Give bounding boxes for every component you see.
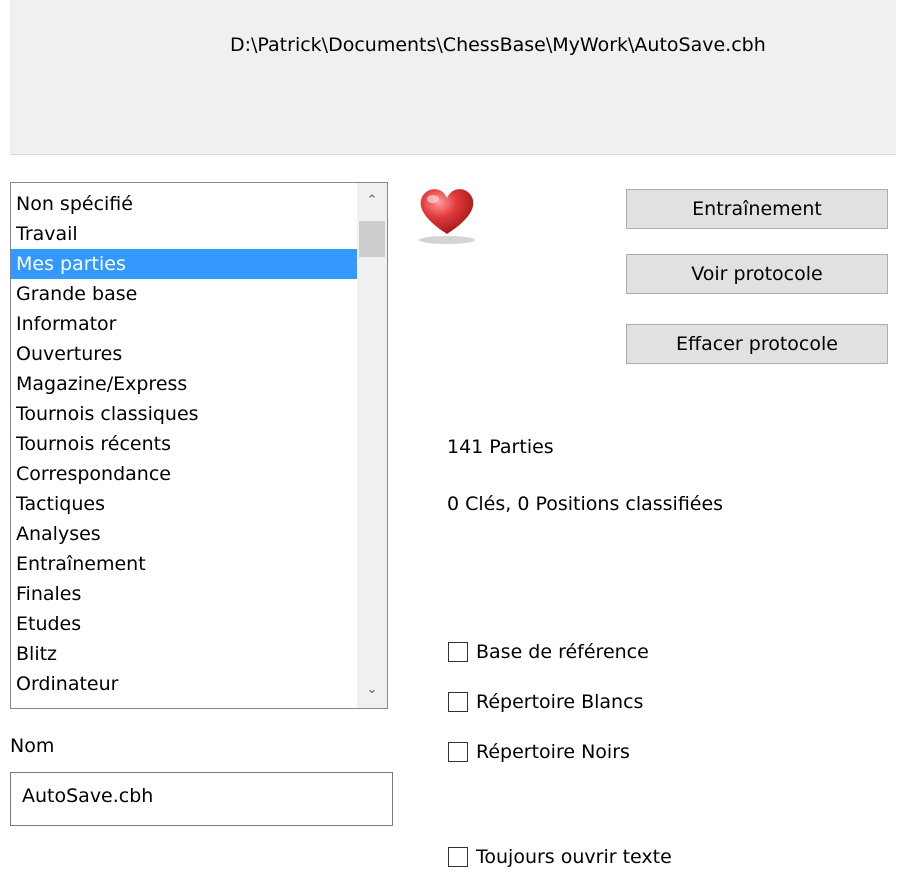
list-item[interactable]: Ouvertures	[11, 339, 359, 369]
checkbox-box[interactable]	[448, 847, 468, 867]
checkbox-box[interactable]	[448, 642, 468, 662]
clear-log-button[interactable]: Effacer protocole	[626, 324, 888, 364]
list-scrollbar[interactable]: ⌃ ⌄	[357, 183, 387, 708]
black-repertoire-label: Répertoire Noirs	[476, 741, 630, 763]
always-open-text-checkbox[interactable]: Toujours ouvrir texte	[448, 845, 672, 869]
black-repertoire-checkbox[interactable]: Répertoire Noirs	[448, 740, 630, 764]
list-items: Non spécifié Travail Mes parties Grande bas…	[11, 189, 359, 699]
list-item[interactable]: Tournois classiques	[11, 399, 359, 429]
list-item[interactable]: Mes parties	[11, 249, 359, 279]
list-item[interactable]: Travail	[11, 219, 359, 249]
list-item[interactable]: Tactiques	[11, 489, 359, 519]
checkbox-box[interactable]	[448, 692, 468, 712]
list-item[interactable]: Informator	[11, 309, 359, 339]
scroll-down-icon[interactable]: ⌄	[357, 675, 387, 705]
white-repertoire-label: Répertoire Blancs	[476, 691, 644, 713]
game-count: 141 Parties	[447, 436, 554, 458]
reference-label: Base de référence	[476, 641, 649, 663]
always-open-text-label: Toujours ouvrir texte	[476, 846, 672, 868]
name-input[interactable]	[10, 772, 393, 826]
list-item[interactable]: Blitz	[11, 639, 359, 669]
list-item[interactable]: Tournois récents	[11, 429, 359, 459]
list-item[interactable]: Grande base	[11, 279, 359, 309]
checkbox-box[interactable]	[448, 742, 468, 762]
view-log-button[interactable]: Voir protocole	[626, 254, 888, 294]
scroll-thumb[interactable]	[359, 221, 385, 257]
list-item[interactable]: Magazine/Express	[11, 369, 359, 399]
reference-checkbox[interactable]: Base de référence	[448, 640, 649, 664]
list-item[interactable]: Finales	[11, 579, 359, 609]
list-item[interactable]: Etudes	[11, 609, 359, 639]
database-type-list[interactable]: Non spécifié Travail Mes parties Grande bas…	[10, 182, 388, 709]
database-path: D:\Patrick\Documents\ChessBase\MyWork\Au…	[230, 34, 766, 56]
list-item[interactable]: Non spécifié	[11, 189, 359, 219]
heart-icon[interactable]	[414, 184, 480, 246]
training-button[interactable]: Entraînement	[626, 189, 888, 229]
list-item[interactable]: Correspondance	[11, 459, 359, 489]
scroll-up-icon[interactable]: ⌃	[357, 186, 387, 216]
list-item[interactable]: Analyses	[11, 519, 359, 549]
list-item[interactable]: Entraînement	[11, 549, 359, 579]
path-panel: D:\Patrick\Documents\ChessBase\MyWork\Au…	[10, 0, 896, 155]
list-item[interactable]: Ordinateur	[11, 669, 359, 699]
key-count: 0 Clés, 0 Positions classifiées	[447, 493, 724, 515]
name-label: Nom	[10, 735, 55, 757]
white-repertoire-checkbox[interactable]: Répertoire Blancs	[448, 690, 643, 714]
